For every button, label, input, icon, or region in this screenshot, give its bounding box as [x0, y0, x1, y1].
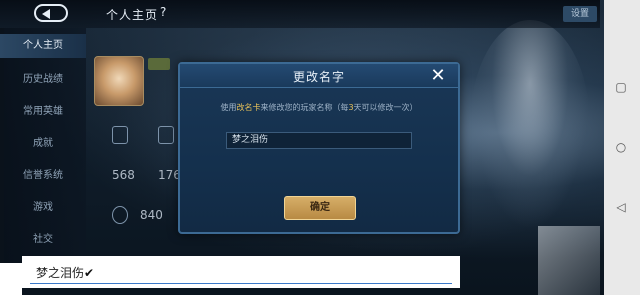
rename-card-link: 改名卡: [236, 103, 261, 112]
name-input[interactable]: 梦之泪伤: [226, 132, 412, 149]
medal-icon: [158, 126, 174, 144]
menu-item-profile[interactable]: 个人主页: [0, 34, 86, 58]
square-icon[interactable]: ▢: [614, 80, 628, 94]
circle-icon[interactable]: ○: [614, 140, 628, 154]
dialog-description: 使用改名卡来修改您的玩家名称（每3天可以修改一次）: [180, 102, 458, 113]
desc-prefix: 使用: [220, 103, 237, 112]
entry-underline: [30, 283, 452, 284]
keyboard-area-left: [0, 263, 22, 295]
entry-text: 梦之泪伤✔: [36, 264, 94, 281]
trophy-icon: [112, 206, 128, 224]
back-icon[interactable]: [34, 4, 68, 22]
desc-mid: 来修改您的玩家名称（每: [260, 103, 349, 112]
desc-suffix: 天可以修改一次）: [353, 103, 418, 112]
top-bar: 个人主页 ? 设置: [0, 0, 600, 28]
level-badge: [148, 58, 170, 70]
stat-value: 840: [140, 208, 163, 222]
stat-value: 568: [112, 168, 135, 182]
dialog-header: 更改名字 ✕: [180, 64, 458, 88]
page-title: 个人主页: [106, 8, 159, 22]
entry-value: 梦之泪伤: [36, 266, 85, 280]
close-icon[interactable]: ✕: [428, 66, 448, 86]
check-icon[interactable]: ✔: [84, 266, 94, 280]
shield-icon: [112, 126, 128, 144]
menu-item-game[interactable]: 游戏: [0, 196, 86, 220]
menu-item-credit[interactable]: 信誉系统: [0, 164, 86, 188]
menu-item-heroes[interactable]: 常用英雄: [0, 100, 86, 124]
menu-item-achievements[interactable]: 成就: [0, 132, 86, 156]
corner-decoration: [538, 226, 600, 295]
menu-item-social[interactable]: 社交: [0, 228, 86, 252]
text-entry-bar[interactable]: 梦之泪伤✔: [22, 256, 460, 288]
menu-item-history[interactable]: 历史战绩: [0, 68, 86, 92]
dialog-title: 更改名字: [292, 70, 345, 84]
help-icon[interactable]: ?: [160, 5, 166, 19]
triangle-icon[interactable]: ◁: [614, 200, 628, 214]
rename-dialog: 更改名字 ✕ 使用改名卡来修改您的玩家名称（每3天可以修改一次） 梦之泪伤 确定: [178, 62, 460, 234]
settings-button[interactable]: 设置: [563, 6, 597, 22]
hero-figure: [470, 20, 590, 230]
avatar[interactable]: [94, 56, 144, 106]
confirm-button[interactable]: 确定: [284, 196, 356, 220]
